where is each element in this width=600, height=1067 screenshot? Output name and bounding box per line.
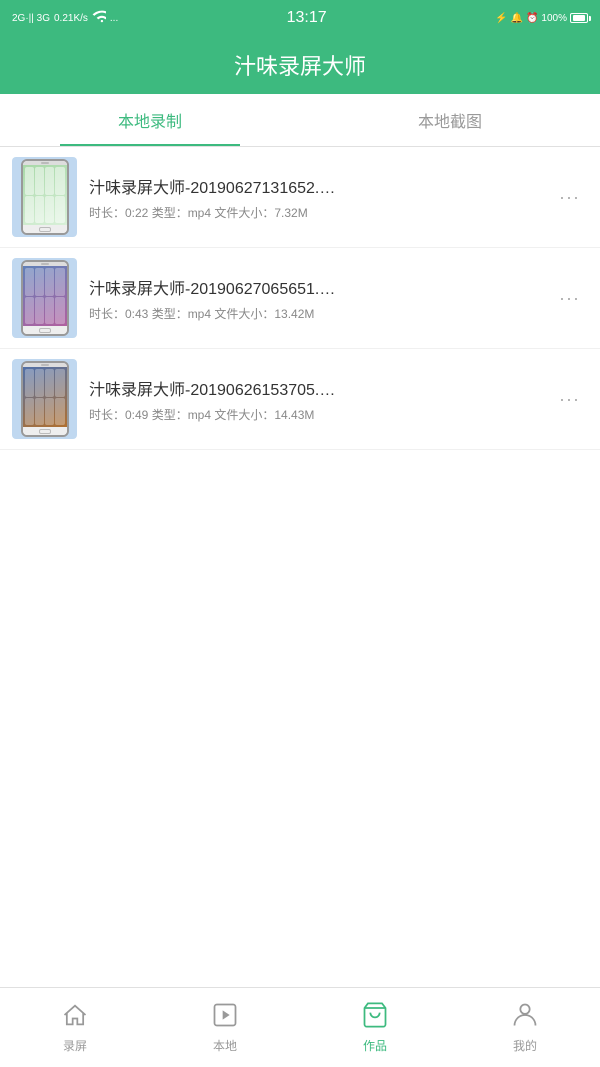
video-meta-2: 时长：0:43 类型：mp4 文件大小：13.42M [89, 305, 539, 322]
nav-works[interactable]: 作品 [300, 988, 450, 1067]
bag-icon [361, 1001, 389, 1033]
home-icon [61, 1001, 89, 1033]
nav-record-label: 录屏 [63, 1037, 87, 1054]
speed-info: 0.21K/s [54, 13, 88, 24]
bottom-nav: 录屏 本地 作品 我的 [0, 987, 600, 1067]
bluetooth-icon: ⚡ [495, 13, 507, 24]
person-icon [511, 1001, 539, 1033]
video-name-1: 汁味录屏大师-20190627131652.… [89, 174, 539, 198]
video-meta-3: 时长：0:49 类型：mp4 文件大小：14.43M [89, 406, 539, 423]
status-right: ⚡ 🔔 ⏰ 100% [495, 13, 588, 24]
tab-local-record[interactable]: 本地录制 [0, 94, 300, 146]
video-meta-1: 时长：0:22 类型：mp4 文件大小：7.32M [89, 204, 539, 221]
clock-icon: ⏰ [526, 13, 538, 24]
app-header: 汁味录屏大师 [0, 36, 600, 94]
more-dots: ... [110, 13, 118, 24]
nav-local[interactable]: 本地 [150, 988, 300, 1067]
video-info-1: 汁味录屏大师-20190627131652.… 时长：0:22 类型：mp4 文… [77, 174, 551, 221]
battery-icon [570, 13, 588, 23]
video-item-3[interactable]: 汁味录屏大师-20190626153705.… 时长：0:49 类型：mp4 文… [0, 349, 600, 450]
video-more-button-2[interactable]: ··· [551, 280, 588, 317]
video-thumb-1 [12, 157, 77, 237]
tab-bar: 本地录制 本地截图 [0, 94, 600, 147]
video-info-2: 汁味录屏大师-20190627065651.… 时长：0:43 类型：mp4 文… [77, 275, 551, 322]
network-info: 2G·|| 3G [12, 13, 50, 24]
battery-text: 100% [541, 13, 567, 24]
nav-record[interactable]: 录屏 [0, 988, 150, 1067]
play-icon [211, 1001, 239, 1033]
video-name-3: 汁味录屏大师-20190626153705.… [89, 376, 539, 400]
app-title: 汁味录屏大师 [234, 49, 366, 81]
video-more-button-3[interactable]: ··· [551, 381, 588, 418]
tab-local-screenshot[interactable]: 本地截图 [300, 94, 600, 146]
status-left: 2G·|| 3G 0.21K/s ... [12, 10, 118, 27]
video-list: 汁味录屏大师-20190627131652.… 时长：0:22 类型：mp4 文… [0, 147, 600, 987]
video-more-button-1[interactable]: ··· [551, 179, 588, 216]
video-thumb-2 [12, 258, 77, 338]
video-info-3: 汁味录屏大师-20190626153705.… 时长：0:49 类型：mp4 文… [77, 376, 551, 423]
nav-mine-label: 我的 [513, 1037, 537, 1054]
wifi-icon [92, 10, 106, 27]
video-item-1[interactable]: 汁味录屏大师-20190627131652.… 时长：0:22 类型：mp4 文… [0, 147, 600, 248]
video-thumb-3 [12, 359, 77, 439]
video-item-2[interactable]: 汁味录屏大师-20190627065651.… 时长：0:43 类型：mp4 文… [0, 248, 600, 349]
nav-local-label: 本地 [213, 1037, 237, 1054]
nav-works-label: 作品 [363, 1037, 387, 1054]
alarm-icon: 🔔 [511, 13, 523, 24]
status-time: 13:17 [287, 9, 327, 27]
status-bar: 2G·|| 3G 0.21K/s ... 13:17 ⚡ 🔔 ⏰ 100% [0, 0, 600, 36]
video-name-2: 汁味录屏大师-20190627065651.… [89, 275, 539, 299]
nav-mine[interactable]: 我的 [450, 988, 600, 1067]
